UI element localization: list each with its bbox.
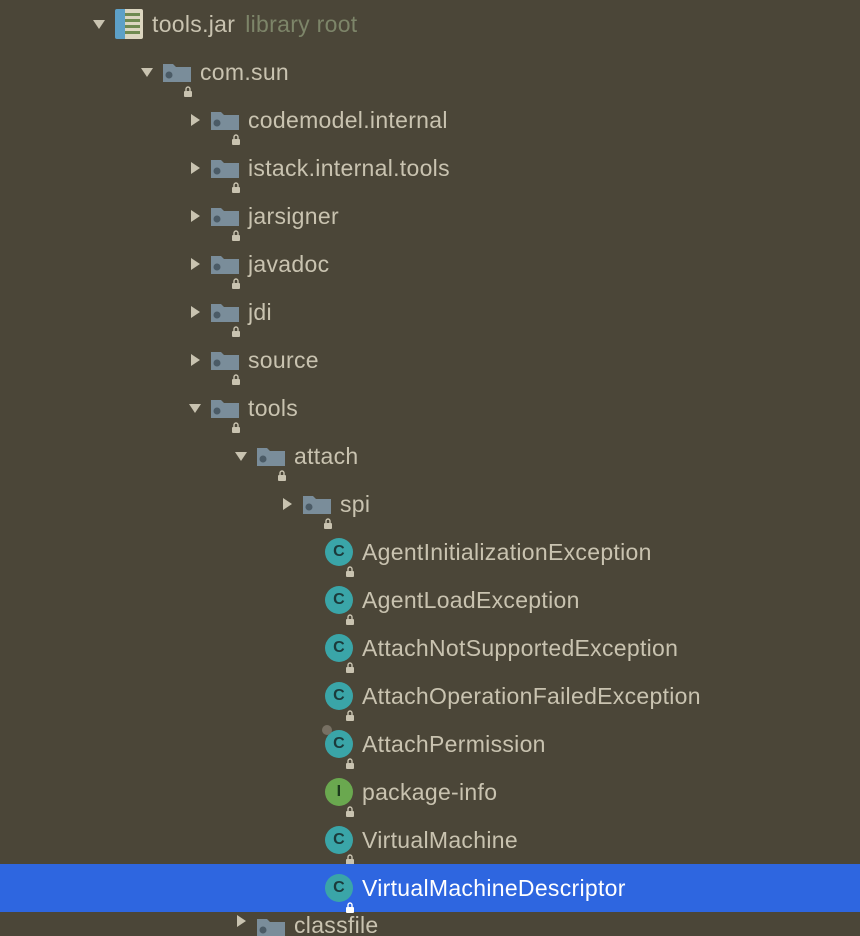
project-tree[interactable]: tools.jar library root com.sun codemodel… [0, 0, 860, 936]
node-label: AgentLoadException [362, 587, 580, 614]
package-folder-icon [210, 393, 240, 423]
collapse-arrow-icon[interactable] [186, 159, 204, 177]
collapse-arrow-icon[interactable] [186, 303, 204, 321]
node-label: istack.internal.tools [248, 155, 450, 182]
tree-node-class[interactable]: C AttachOperationFailedException [0, 672, 860, 720]
package-folder-icon [256, 441, 286, 471]
node-label: spi [340, 491, 370, 518]
node-label: AttachNotSupportedException [362, 635, 678, 662]
collapse-arrow-icon[interactable] [186, 111, 204, 129]
tree-node-class[interactable]: C AttachNotSupportedException [0, 624, 860, 672]
node-label: source [248, 347, 319, 374]
tree-node-class[interactable]: C VirtualMachine [0, 816, 860, 864]
lock-icon [344, 893, 356, 905]
collapse-arrow-icon[interactable] [186, 207, 204, 225]
node-label: jarsigner [248, 203, 339, 230]
lock-icon [230, 269, 242, 281]
tree-node-class[interactable]: C AgentLoadException [0, 576, 860, 624]
expand-arrow-icon[interactable] [186, 399, 204, 417]
node-label: codemodel.internal [248, 107, 448, 134]
node-label: com.sun [200, 59, 289, 86]
package-folder-icon [256, 912, 286, 936]
collapse-arrow-icon[interactable] [278, 495, 296, 513]
expand-arrow-icon[interactable] [138, 63, 156, 81]
expand-arrow-icon[interactable] [232, 447, 250, 465]
tree-node-package[interactable]: jarsigner [0, 192, 860, 240]
package-folder-icon [210, 297, 240, 327]
lock-icon [230, 221, 242, 233]
package-folder-icon [210, 345, 240, 375]
node-label: VirtualMachine [362, 827, 518, 854]
node-label: attach [294, 443, 358, 470]
node-label: AttachOperationFailedException [362, 683, 701, 710]
collapse-arrow-icon[interactable] [232, 912, 250, 930]
node-label: VirtualMachineDescriptor [362, 875, 626, 902]
collapse-arrow-icon[interactable] [186, 351, 204, 369]
lock-icon [230, 365, 242, 377]
jar-file-icon [114, 9, 144, 39]
tree-node-package[interactable]: istack.internal.tools [0, 144, 860, 192]
lock-icon [230, 413, 242, 425]
tree-node-package[interactable]: source [0, 336, 860, 384]
node-label: tools [248, 395, 298, 422]
tree-node-package[interactable]: attach [0, 432, 860, 480]
class-final-icon: C [324, 729, 354, 759]
package-folder-icon [302, 489, 332, 519]
lock-icon [344, 701, 356, 713]
class-icon: C [324, 873, 354, 903]
lock-icon [344, 557, 356, 569]
tree-node-interface[interactable]: I package-info [0, 768, 860, 816]
node-suffix: library root [245, 11, 357, 38]
tree-node-jar[interactable]: tools.jar library root [0, 0, 860, 48]
tree-node-package[interactable]: com.sun [0, 48, 860, 96]
class-icon: C [324, 633, 354, 663]
package-folder-icon [210, 153, 240, 183]
tree-node-package[interactable]: codemodel.internal [0, 96, 860, 144]
lock-icon [344, 605, 356, 617]
final-marker-icon [322, 725, 332, 735]
package-folder-icon [162, 57, 192, 87]
interface-icon: I [324, 777, 354, 807]
tree-node-class[interactable]: C AttachPermission [0, 720, 860, 768]
class-icon: C [324, 825, 354, 855]
node-label: package-info [362, 779, 497, 806]
lock-icon [322, 509, 334, 521]
node-label: jdi [248, 299, 272, 326]
class-icon: C [324, 585, 354, 615]
tree-node-package[interactable]: classfile [0, 912, 860, 936]
class-icon: C [324, 681, 354, 711]
lock-icon [230, 317, 242, 329]
node-label: AttachPermission [362, 731, 546, 758]
tree-node-package[interactable]: spi [0, 480, 860, 528]
lock-icon [182, 77, 194, 89]
node-label: tools.jar [152, 11, 235, 38]
collapse-arrow-icon[interactable] [186, 255, 204, 273]
tree-node-class[interactable]: C AgentInitializationException [0, 528, 860, 576]
class-icon: C [324, 537, 354, 567]
package-folder-icon [210, 105, 240, 135]
package-folder-icon [210, 249, 240, 279]
lock-icon [230, 173, 242, 185]
node-label: AgentInitializationException [362, 539, 652, 566]
tree-node-class-selected[interactable]: C VirtualMachineDescriptor [0, 864, 860, 912]
expand-arrow-icon[interactable] [90, 15, 108, 33]
tree-node-package[interactable]: javadoc [0, 240, 860, 288]
package-folder-icon [210, 201, 240, 231]
node-label: classfile [294, 912, 379, 936]
lock-icon [344, 797, 356, 809]
tree-node-package[interactable]: tools [0, 384, 860, 432]
lock-icon [344, 653, 356, 665]
lock-icon [344, 749, 356, 761]
lock-icon [276, 461, 288, 473]
node-label: javadoc [248, 251, 329, 278]
tree-node-package[interactable]: jdi [0, 288, 860, 336]
lock-icon [230, 125, 242, 137]
lock-icon [344, 845, 356, 857]
